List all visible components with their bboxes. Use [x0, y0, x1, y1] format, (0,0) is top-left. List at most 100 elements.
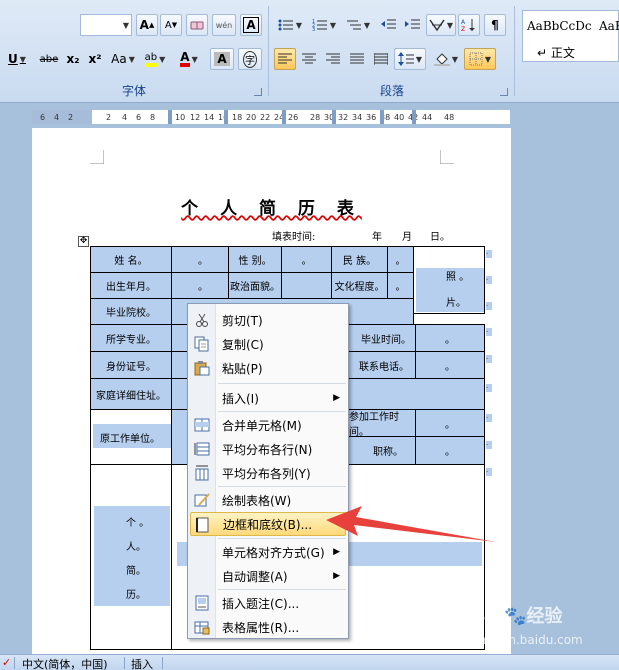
cell-grad-time-value[interactable]: 。: [415, 324, 485, 352]
cell-work-start-label[interactable]: 参加工作时间。: [348, 409, 416, 438]
cell-phone-label[interactable]: 联系电话。: [348, 351, 416, 379]
cell-id-label[interactable]: 身份证号。: [90, 351, 172, 379]
clear-format-button[interactable]: [186, 14, 208, 36]
ruler-number: 44: [422, 112, 433, 122]
menu-item-cut[interactable]: 剪切(T): [190, 308, 346, 332]
phonetic-guide-button[interactable]: wén: [212, 14, 236, 36]
cell-education-value[interactable]: 。: [387, 272, 414, 299]
font-color-button[interactable]: A ▼: [174, 48, 204, 70]
style-normal-sample: AaBbCcDc: [527, 19, 592, 33]
cell-gender-label[interactable]: 性 别。: [228, 246, 282, 273]
cell-position-value[interactable]: 。: [415, 436, 485, 465]
cell-political-label[interactable]: 政治面貌。: [228, 272, 282, 299]
watermark-url: jingyan.baidu.com: [472, 633, 583, 647]
cell-work-start-value[interactable]: 。: [415, 409, 485, 437]
change-case-button[interactable]: Aa ▼: [108, 48, 138, 70]
style-next[interactable]: AaB: [595, 11, 619, 61]
menu-item-table-properties[interactable]: 表格属性(R)...: [190, 615, 346, 639]
cell-school-label[interactable]: 毕业院校。: [90, 298, 172, 325]
quick-styles-gallery[interactable]: AaBbCcDc ↵ 正文 AaB: [522, 10, 619, 62]
cell-political-value[interactable]: [281, 272, 332, 299]
table-properties-icon: [194, 619, 210, 635]
menu-item-paste[interactable]: 粘贴(P): [190, 356, 346, 380]
chinese-layout-button[interactable]: ▼: [426, 14, 456, 36]
shrink-font-button[interactable]: A ▼: [160, 14, 182, 36]
cell-grad-time-label[interactable]: 毕业时间。: [348, 324, 416, 352]
cell-phone-value[interactable]: 。: [415, 351, 485, 379]
resume-label-3: 简。: [126, 566, 146, 577]
align-left-button[interactable]: [274, 48, 296, 70]
ruler-column-marker[interactable]: [332, 110, 336, 124]
cell-name-value[interactable]: 。: [171, 246, 229, 273]
spelling-check-icon[interactable]: ✓: [2, 656, 11, 669]
cell-major-label[interactable]: 所学专业。: [90, 324, 172, 352]
horizontal-ruler[interactable]: 6422468101214161820222426283032343638404…: [32, 110, 510, 124]
bullets-button[interactable]: ▼: [274, 14, 306, 36]
cell-education-label[interactable]: 文化程度。: [331, 272, 388, 299]
font-dialog-launcher[interactable]: [254, 88, 262, 96]
context-menu[interactable]: 剪切(T) 复制(C) 粘贴(P) 插入(I) ▶ 合并单元格(M) 平均分布各…: [187, 303, 349, 639]
ruler-column-marker[interactable]: [282, 110, 286, 124]
menu-item-distribute-rows[interactable]: 平均分布各行(N): [190, 437, 346, 461]
highlight-button[interactable]: ab ▼: [140, 48, 170, 70]
shading-button[interactable]: ▼: [430, 48, 462, 70]
watermark-brand: Bai: [472, 606, 505, 627]
menu-item-autofit[interactable]: 自动调整(A) ▶: [190, 564, 346, 588]
ruler-column-marker[interactable]: [380, 110, 384, 124]
cell-gender-value[interactable]: 。: [281, 246, 332, 273]
style-normal[interactable]: AaBbCcDc ↵ 正文: [523, 11, 592, 61]
borders-icon: [195, 517, 211, 533]
underline-button[interactable]: U ▼: [2, 48, 32, 70]
status-language[interactable]: 中文(简体，中国): [22, 656, 108, 670]
enclose-char-button[interactable]: 字: [238, 48, 262, 70]
font-group-label: 字体: [121, 84, 146, 98]
numbering-button[interactable]: 1 2 3 ▼: [308, 14, 340, 36]
ruler-number: 12: [190, 112, 201, 122]
char-border-button[interactable]: A: [240, 14, 262, 36]
decrease-indent-button[interactable]: [378, 14, 400, 36]
grow-font-button[interactable]: A ▲: [136, 14, 158, 36]
ruler-column-marker[interactable]: [168, 110, 172, 124]
font-size-combo[interactable]: ▼: [80, 14, 132, 36]
svg-text:Z: Z: [461, 26, 465, 32]
multilevel-list-button[interactable]: ▼: [342, 14, 374, 36]
ruler-column-marker[interactable]: [224, 110, 228, 124]
menu-item-copy[interactable]: 复制(C): [190, 332, 346, 356]
menu-item-merge-cells[interactable]: 合并单元格(M): [190, 413, 346, 437]
menu-item-distribute-columns[interactable]: 平均分布各列(Y): [190, 461, 346, 485]
paragraph-dialog-launcher[interactable]: [500, 88, 508, 96]
menu-separator: [218, 589, 346, 590]
draw-table-icon: [194, 492, 210, 508]
end-of-row-mark: ·: [486, 302, 492, 310]
cell-ethnicity-label[interactable]: 民 族。: [331, 246, 388, 273]
borders-button[interactable]: ▼: [464, 48, 496, 70]
end-of-row-mark: ·: [486, 468, 492, 476]
status-insert-mode[interactable]: 插入: [131, 656, 153, 670]
cell-birth-value[interactable]: 。: [171, 272, 229, 299]
char-shading-button[interactable]: A: [210, 48, 234, 70]
align-right-button[interactable]: [322, 48, 344, 70]
justify-button[interactable]: [346, 48, 368, 70]
cell-position-label[interactable]: 职称。: [348, 436, 416, 465]
show-marks-button[interactable]: ¶: [484, 14, 506, 36]
cell-ethnicity-value[interactable]: 。: [387, 246, 414, 273]
align-center-button[interactable]: [298, 48, 320, 70]
cell-name-label[interactable]: 姓 名。: [90, 246, 172, 273]
distributed-button[interactable]: [370, 48, 392, 70]
menu-item-insert-caption[interactable]: 插入题注(C)...: [190, 591, 346, 615]
former-unit-label: 原工作单位。: [100, 434, 160, 445]
cell-address-label[interactable]: 家庭详细住址。: [90, 378, 172, 410]
subscript-button[interactable]: x₂: [62, 48, 84, 70]
watermark-brand-2: 经验: [526, 606, 563, 627]
sort-button[interactable]: AZ: [458, 14, 480, 36]
ruler-column-marker[interactable]: [412, 110, 416, 124]
style-next-sample: AaB: [599, 19, 619, 33]
line-spacing-button[interactable]: ▼: [394, 48, 426, 70]
strikethrough-button[interactable]: abe: [36, 48, 62, 70]
superscript-button[interactable]: x²: [84, 48, 106, 70]
cell-birth-label[interactable]: 出生年月。: [90, 272, 172, 299]
increase-indent-button[interactable]: [402, 14, 424, 36]
menu-item-insert[interactable]: 插入(I) ▶: [190, 386, 346, 410]
distribute-columns-icon: [194, 465, 210, 481]
table-move-handle[interactable]: ✥: [78, 236, 89, 247]
